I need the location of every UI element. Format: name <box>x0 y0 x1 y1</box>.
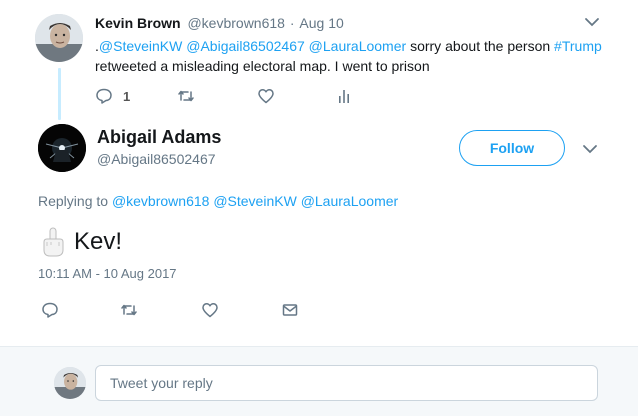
analytics-icon <box>339 90 349 103</box>
chevron-down-icon[interactable] <box>584 16 600 28</box>
parent-author-name[interactable]: Kevin Brown <box>95 15 181 31</box>
tweet-text: Kev! <box>40 224 122 260</box>
replying-to-link[interactable]: @kevbrown618 <box>112 193 210 209</box>
reply-composer <box>0 346 638 416</box>
parent-text-body: sorry about the person <box>410 38 551 54</box>
tweet-body: Kev! <box>74 228 123 255</box>
reply-button[interactable]: 1 <box>95 86 130 106</box>
retweet-icon <box>178 90 194 102</box>
retweet-icon <box>121 304 137 316</box>
reply-count: 1 <box>123 88 131 104</box>
parent-tweet[interactable]: Kevin Brown @kevbrown618 · Aug 10 .@Stev… <box>0 0 638 120</box>
reply-input[interactable] <box>95 365 598 401</box>
hashtag-link[interactable]: #Trump <box>554 38 602 54</box>
like-button[interactable] <box>257 86 275 106</box>
replying-to-link[interactable]: @LauraLoomer <box>301 193 399 209</box>
mention-link[interactable]: @SteveinKW <box>99 38 182 54</box>
replying-to-line: Replying to @kevbrown618 @SteveinKW @Lau… <box>38 193 398 209</box>
heart-icon <box>202 303 218 318</box>
abigail-adams-avatar[interactable] <box>38 124 86 172</box>
envelope-icon <box>282 304 298 316</box>
author-handle[interactable]: @Abigail86502467 <box>97 151 216 167</box>
chevron-down-icon[interactable] <box>582 143 598 155</box>
parent-tweet-text: .@SteveinKW @Abigail86502467 @LauraLoome… <box>95 36 615 76</box>
parent-meta-separator: · <box>289 15 295 31</box>
replying-to-label: Replying to <box>38 193 109 209</box>
middle-finger-emoji-icon <box>43 227 64 257</box>
replying-to-link[interactable]: @SteveinKW <box>213 193 296 209</box>
main-action-bar <box>38 300 338 320</box>
parent-action-bar: 1 <box>95 86 395 106</box>
parent-author-handle[interactable]: @kevbrown618 <box>187 15 285 31</box>
reply-icon <box>42 302 58 318</box>
reply-icon <box>96 88 112 104</box>
mention-link[interactable]: @LauraLoomer <box>309 38 407 54</box>
kevin-brown-avatar[interactable] <box>35 14 83 62</box>
author-name[interactable]: Abigail Adams <box>97 127 221 148</box>
mention-link[interactable]: @Abigail86502467 <box>186 38 305 54</box>
current-user-avatar[interactable] <box>54 367 86 399</box>
like-button[interactable] <box>201 300 219 320</box>
thread-connector-line <box>58 68 61 120</box>
parent-text-line2: retweeted a misleading electoral map. I … <box>95 58 430 74</box>
follow-button[interactable]: Follow <box>459 130 565 166</box>
parent-tweet-date[interactable]: Aug 10 <box>299 15 343 31</box>
direct-message-button[interactable] <box>281 300 299 320</box>
retweet-button[interactable] <box>120 300 138 320</box>
analytics-button[interactable] <box>335 86 353 106</box>
reply-button[interactable] <box>41 300 59 320</box>
heart-icon <box>258 89 274 104</box>
retweet-button[interactable] <box>177 86 195 106</box>
parent-tweet-header: Kevin Brown @kevbrown618 · Aug 10 <box>95 15 344 31</box>
tweet-timestamp[interactable]: 10:11 AM - 10 Aug 2017 <box>38 266 177 281</box>
